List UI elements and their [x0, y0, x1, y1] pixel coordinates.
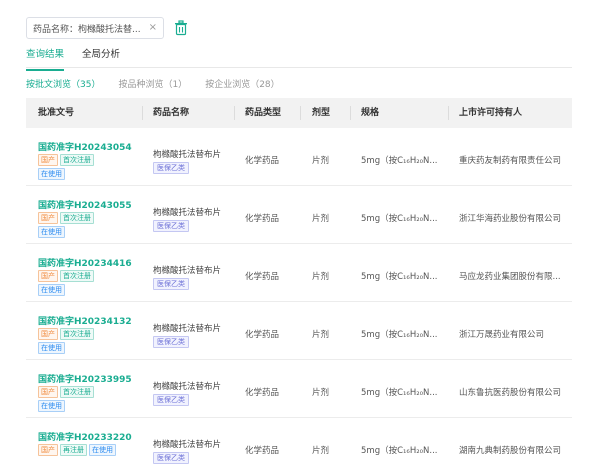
drug-type: 化学药品	[245, 388, 280, 398]
insurance-tag: 医保乙类	[153, 220, 189, 232]
specification: 5mg（按C₁₆H₂₀N...	[361, 156, 438, 166]
insurance-tag: 医保乙类	[153, 278, 189, 290]
specification: 5mg（按C₁₆H₂₀N...	[361, 388, 438, 398]
filter-bar: 药品名称：枸橼酸托法替... ×	[26, 17, 188, 39]
drug-type: 化学药品	[245, 272, 280, 282]
license-holder: 浙江万晟药业有限公司	[459, 330, 545, 340]
drug-name: 枸橼酸托法替布片	[153, 324, 222, 334]
tag-domestic: 国产	[38, 386, 58, 398]
tag-in-use: 在使用	[38, 400, 65, 412]
license-holder: 重庆药友制药有限责任公司	[459, 156, 562, 166]
dosage-form: 片剂	[312, 272, 330, 282]
column-divider	[300, 106, 301, 120]
column-divider	[350, 106, 351, 120]
tag-group: 国产 再注册 在使用	[38, 444, 148, 456]
license-holder: 浙江华海药业股份有限公司	[459, 214, 562, 224]
subtab-by-variety[interactable]: 按品种浏览（1）	[118, 77, 187, 90]
dosage-form: 片剂	[312, 446, 330, 456]
tag-domestic: 国产	[38, 154, 58, 166]
table-row[interactable]: 国药准字H20243054 国产 首次注册 在使用 枸橼酸托法替布片 医保乙类 …	[26, 128, 572, 186]
approval-number-link[interactable]: 国药准字H20234132	[38, 314, 132, 327]
drug-name: 枸橼酸托法替布片	[153, 382, 222, 392]
approval-number-link[interactable]: 国药准字H20233995	[38, 372, 132, 385]
tag-registration: 首次注册	[60, 154, 94, 166]
column-divider	[142, 106, 143, 120]
tab-global-analysis[interactable]: 全局分析	[82, 46, 120, 67]
specification: 5mg（按C₁₆H₂₀N...	[361, 446, 438, 456]
drug-type: 化学药品	[245, 214, 280, 224]
filter-chip[interactable]: 药品名称：枸橼酸托法替... ×	[26, 17, 164, 39]
table-row[interactable]: 国药准字H20234132 国产 首次注册 在使用 枸橼酸托法替布片 医保乙类 …	[26, 302, 572, 360]
drug-type: 化学药品	[245, 156, 280, 166]
tag-registration: 首次注册	[60, 328, 94, 340]
drug-name: 枸橼酸托法替布片	[153, 208, 222, 218]
tag-in-use: 在使用	[38, 226, 65, 238]
header-holder[interactable]: 上市许可持有人	[459, 98, 522, 128]
approval-number-link[interactable]: 国药准字H20243055	[38, 198, 132, 211]
tag-registration: 首次注册	[60, 386, 94, 398]
dosage-form: 片剂	[312, 214, 330, 224]
specification: 5mg（按C₁₆H₂₀N...	[361, 330, 438, 340]
dosage-form: 片剂	[312, 330, 330, 340]
specification: 5mg（按C₁₆H₂₀N...	[361, 214, 438, 224]
tag-group: 国产 首次注册 在使用	[38, 212, 118, 238]
insurance-tag: 医保乙类	[153, 452, 189, 464]
dosage-form: 片剂	[312, 156, 330, 166]
tag-group: 国产 首次注册 在使用	[38, 154, 118, 180]
main-tabs: 查询结果 全局分析	[26, 46, 572, 71]
table-row[interactable]: 国药准字H20234416 国产 首次注册 在使用 枸橼酸托法替布片 医保乙类 …	[26, 244, 572, 302]
license-holder: 山东鲁抗医药股份有限公司	[459, 388, 562, 398]
tag-in-use: 在使用	[89, 444, 116, 456]
header-spec[interactable]: 规格	[361, 98, 379, 128]
dosage-form: 片剂	[312, 388, 330, 398]
drug-type: 化学药品	[245, 446, 280, 456]
tag-registration: 再注册	[60, 444, 87, 456]
sub-tabs: 按批文浏览（35） 按品种浏览（1） 按企业浏览（28）	[26, 77, 280, 90]
tag-registration: 首次注册	[60, 270, 94, 282]
header-approval-no[interactable]: 批准文号	[38, 98, 74, 128]
column-divider	[448, 106, 449, 120]
insurance-tag: 医保乙类	[153, 394, 189, 406]
approval-number-link[interactable]: 国药准字H20243054	[38, 140, 132, 153]
drug-name: 枸橼酸托法替布片	[153, 150, 222, 160]
tag-domestic: 国产	[38, 328, 58, 340]
table-row[interactable]: 国药准字H20233995 国产 首次注册 在使用 枸橼酸托法替布片 医保乙类 …	[26, 360, 572, 418]
subtab-by-approval[interactable]: 按批文浏览（35）	[26, 77, 100, 90]
table-row[interactable]: 国药准字H20233220 国产 再注册 在使用 枸橼酸托法替布片 医保乙类 化…	[26, 418, 572, 471]
drug-type: 化学药品	[245, 330, 280, 340]
subtab-by-company[interactable]: 按企业浏览（28）	[205, 77, 279, 90]
tag-domestic: 国产	[38, 270, 58, 282]
insurance-tag: 医保乙类	[153, 162, 189, 174]
tab-query-results[interactable]: 查询结果	[26, 46, 65, 71]
tag-group: 国产 首次注册 在使用	[38, 386, 118, 412]
header-dosage-form[interactable]: 剂型	[312, 98, 330, 128]
close-icon[interactable]: ×	[149, 23, 157, 33]
trash-icon[interactable]	[174, 20, 188, 36]
approval-number-link[interactable]: 国药准字H20233220	[38, 430, 132, 443]
tag-in-use: 在使用	[38, 342, 65, 354]
header-drug-name[interactable]: 药品名称	[153, 98, 189, 128]
drug-name: 枸橼酸托法替布片	[153, 440, 222, 450]
tag-group: 国产 首次注册 在使用	[38, 270, 118, 296]
tag-in-use: 在使用	[38, 284, 65, 296]
drug-name: 枸橼酸托法替布片	[153, 266, 222, 276]
table-row[interactable]: 国药准字H20243055 国产 首次注册 在使用 枸橼酸托法替布片 医保乙类 …	[26, 186, 572, 244]
column-divider	[234, 106, 235, 120]
tag-registration: 首次注册	[60, 212, 94, 224]
table-header: 批准文号 药品名称 药品类型 剂型 规格 上市许可持有人	[26, 98, 572, 128]
approval-number-link[interactable]: 国药准字H20234416	[38, 256, 132, 269]
tag-in-use: 在使用	[38, 168, 65, 180]
specification: 5mg（按C₁₆H₂₀N...	[361, 272, 438, 282]
filter-chip-label: 药品名称：枸橼酸托法替...	[33, 24, 141, 35]
license-holder: 马应龙药业集团股份有限...	[459, 272, 561, 282]
license-holder: 湖南九典制药股份有限公司	[459, 446, 562, 456]
header-drug-type[interactable]: 药品类型	[245, 98, 281, 128]
tag-domestic: 国产	[38, 444, 58, 456]
tag-domestic: 国产	[38, 212, 58, 224]
tag-group: 国产 首次注册 在使用	[38, 328, 118, 354]
insurance-tag: 医保乙类	[153, 336, 189, 348]
